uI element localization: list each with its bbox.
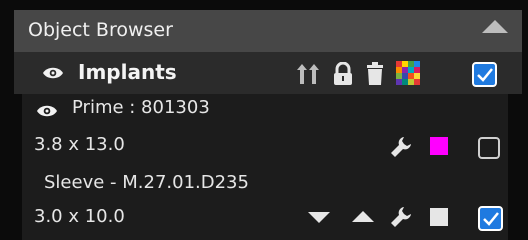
trash-icon[interactable] — [366, 62, 384, 86]
wrench-icon[interactable] — [390, 136, 412, 158]
item-visible-checkbox[interactable] — [478, 206, 503, 231]
panel-title: Object Browser — [28, 19, 173, 41]
item-name: Prime : 801303 — [72, 97, 210, 118]
color-swatch[interactable] — [430, 208, 448, 226]
item-visible-checkbox[interactable] — [478, 137, 500, 159]
eye-icon[interactable] — [36, 104, 58, 118]
wrench-icon[interactable] — [390, 206, 412, 228]
group-visible-checkbox[interactable] — [472, 62, 497, 87]
collapse-arrow-icon[interactable] — [482, 20, 508, 33]
color-swatch[interactable] — [430, 137, 448, 155]
item-name: Sleeve - M.27.01.D235 — [44, 172, 249, 193]
color-palette-icon[interactable] — [396, 61, 420, 85]
group-label: Implants — [78, 60, 177, 84]
eye-icon[interactable] — [42, 66, 64, 80]
item-size: 3.8 x 13.0 — [34, 134, 125, 155]
item-size: 3.0 x 10.0 — [34, 206, 125, 227]
object-list: Prime : 801303 3.8 x 13.0 Sleeve - M.27.… — [22, 94, 508, 240]
sort-icon[interactable] — [296, 62, 320, 86]
lock-icon[interactable] — [332, 62, 354, 86]
move-down-icon[interactable] — [308, 212, 330, 224]
move-up-icon[interactable] — [352, 210, 374, 222]
object-browser-panel: Object Browser Implants Prime: 801303 3… — [0, 0, 528, 240]
implants-group-row[interactable]: Implants — [14, 52, 522, 94]
panel-header: Object Browser — [14, 10, 522, 53]
